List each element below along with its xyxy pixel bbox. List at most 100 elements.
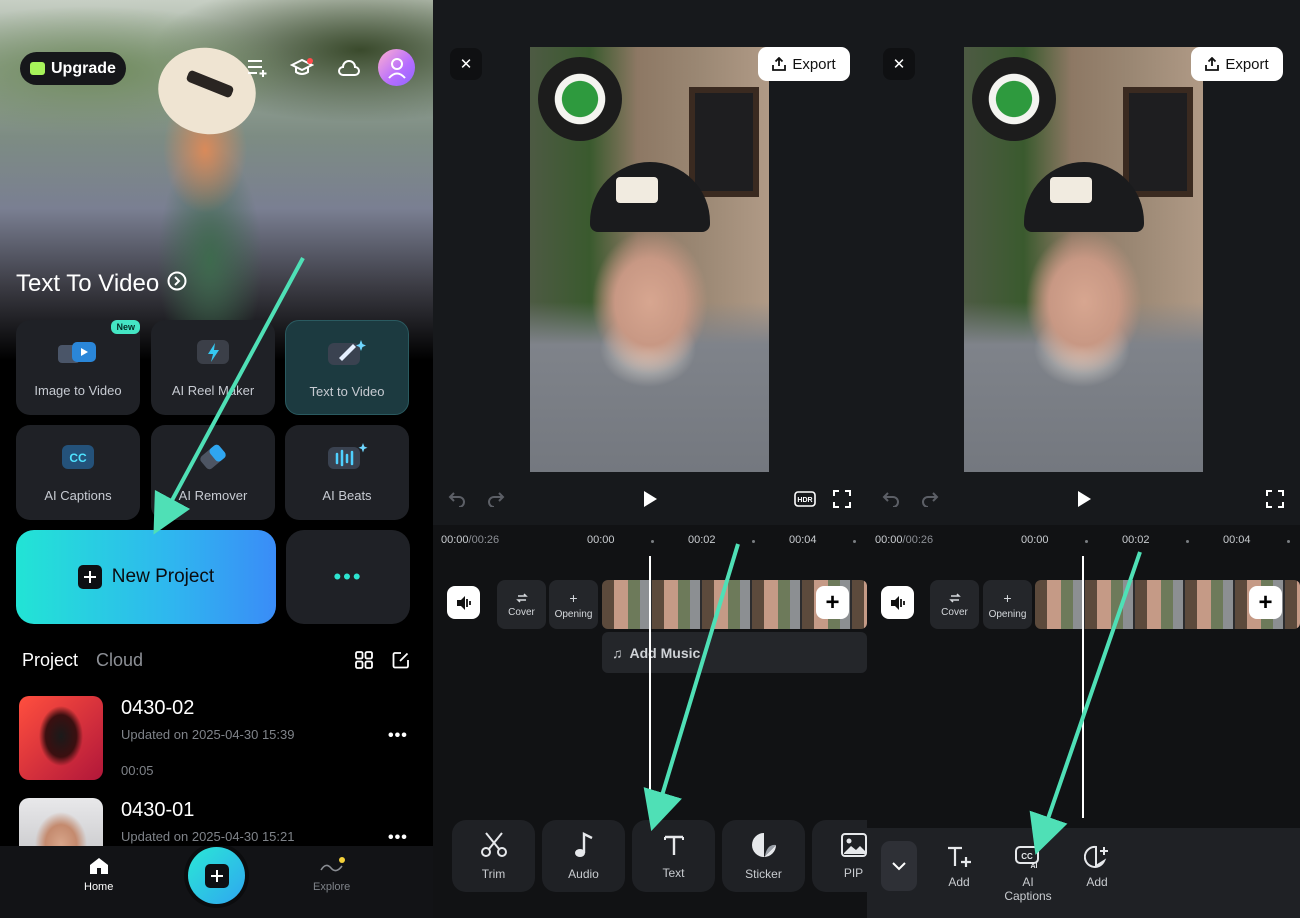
tool-pip[interactable]: PIP: [812, 820, 867, 892]
home-screen: Upgrade Text To Video New Image to Video…: [0, 0, 433, 918]
nav-home-label: Home: [84, 881, 114, 893]
time-readout: 00:00/00:26: [875, 534, 933, 546]
hdr-icon[interactable]: HDR: [794, 488, 816, 510]
project-tabs: Project Cloud: [22, 650, 143, 671]
project-more-icon[interactable]: •••: [388, 727, 408, 745]
video-preview[interactable]: [530, 47, 769, 472]
ruler-tick-label: 00:00: [1021, 534, 1049, 546]
cover-label: Cover: [941, 606, 968, 618]
tile-ai-captions[interactable]: CC AI Captions: [16, 425, 140, 520]
tool-label: Add: [1086, 875, 1108, 889]
new-project-button[interactable]: New Project: [16, 530, 276, 624]
tool-ai-captions[interactable]: CC AI AI Captions: [1002, 845, 1054, 903]
tile-text-to-video[interactable]: Text to Video: [285, 320, 409, 415]
add-clip-button[interactable]: +: [816, 586, 849, 619]
project-updated: Updated on 2025-04-30 15:39: [121, 727, 295, 742]
mute-clip-button[interactable]: [881, 586, 914, 619]
tile-label: AI Reel Maker: [171, 383, 255, 398]
tool-audio[interactable]: Audio: [542, 820, 625, 892]
tool-text[interactable]: Text: [632, 820, 715, 892]
play-icon[interactable]: [639, 488, 661, 510]
ai-reel-maker-icon: [191, 335, 235, 369]
close-icon: ✕: [892, 56, 906, 73]
edit-icon[interactable]: [392, 651, 410, 674]
nav-explore[interactable]: Explore: [313, 856, 350, 893]
project-duration: 00:05: [121, 763, 154, 778]
tool-label: AI Captions: [1004, 875, 1052, 903]
upload-icon: [1205, 57, 1220, 71]
tool-add-sticker[interactable]: Add: [1084, 845, 1110, 889]
tile-label: AI Beats: [322, 488, 372, 503]
tool-label: Text: [662, 865, 685, 880]
swap-icon: [948, 592, 961, 603]
video-preview[interactable]: [964, 47, 1203, 472]
new-badge: New: [111, 320, 140, 334]
tab-project[interactable]: Project: [22, 650, 78, 671]
fullscreen-icon[interactable]: [831, 488, 853, 510]
cloud-icon[interactable]: [336, 55, 362, 81]
export-button[interactable]: Export: [1191, 47, 1283, 81]
project-more-icon[interactable]: •••: [388, 829, 408, 847]
cover-button[interactable]: Cover: [930, 580, 979, 629]
plus-square-icon: [77, 565, 102, 589]
tool-sticker[interactable]: Sticker: [722, 820, 805, 892]
project-name: 0430-02: [121, 697, 195, 719]
tile-ai-reel-maker[interactable]: AI Reel Maker: [151, 320, 275, 415]
more-tools-button[interactable]: •••: [286, 530, 410, 624]
upgrade-label: Upgrade: [51, 59, 116, 77]
playhead[interactable]: [1082, 556, 1084, 818]
opening-button[interactable]: + Opening: [549, 580, 598, 629]
close-button[interactable]: ✕: [450, 48, 482, 80]
mute-clip-button[interactable]: [447, 586, 480, 619]
collapse-menu-button[interactable]: [881, 841, 917, 891]
create-fab-button[interactable]: [188, 847, 245, 904]
hero-title-link[interactable]: Text To Video: [16, 270, 187, 298]
tile-image-to-video[interactable]: New Image to Video: [16, 320, 140, 415]
add-clip-button[interactable]: +: [1249, 586, 1282, 619]
editor-screen: ✕ Export HDR 00:00/00:26 00:00 00:02 00:…: [433, 0, 867, 918]
play-icon[interactable]: [1073, 488, 1095, 510]
close-icon: ✕: [459, 56, 473, 73]
swap-icon: [515, 592, 528, 603]
arrow-circle-icon: [167, 270, 187, 298]
podcast-logo-image: [972, 57, 1056, 141]
playhead[interactable]: [649, 556, 651, 818]
tile-ai-remover[interactable]: AI Remover: [151, 425, 275, 520]
text-t-icon: [663, 835, 684, 855]
opening-button[interactable]: + Opening: [983, 580, 1032, 629]
time-readout: 00:00/00:26: [441, 534, 499, 546]
tile-ai-beats[interactable]: AI Beats: [285, 425, 409, 520]
svg-text:AI: AI: [1031, 863, 1038, 869]
undo-icon[interactable]: [879, 488, 901, 510]
undo-icon[interactable]: [445, 488, 467, 510]
export-button[interactable]: Export: [758, 47, 850, 81]
redo-icon[interactable]: [486, 488, 508, 510]
task-list-icon[interactable]: [244, 55, 270, 81]
profile-avatar[interactable]: [378, 49, 415, 86]
nav-home[interactable]: Home: [84, 856, 113, 893]
graduation-cap-icon[interactable]: [289, 55, 315, 81]
cover-button[interactable]: Cover: [497, 580, 546, 629]
tool-add-text[interactable]: Add: [946, 845, 972, 889]
time-current: 00:00: [441, 534, 469, 546]
explore-icon: [319, 857, 345, 872]
add-music-track[interactable]: ♫ Add Music: [602, 632, 867, 673]
tool-label: Sticker: [745, 866, 782, 881]
pip-image-icon: [840, 832, 867, 857]
redo-icon[interactable]: [920, 488, 942, 510]
project-updated: Updated on 2025-04-30 15:21: [121, 829, 295, 844]
close-button[interactable]: ✕: [883, 48, 915, 80]
cap-patch-shape: [616, 177, 658, 203]
upgrade-button[interactable]: Upgrade: [20, 52, 126, 85]
ruler-tick-label: 00:04: [1223, 534, 1251, 546]
grid-view-icon[interactable]: [355, 651, 373, 674]
ruler-dot: [1085, 540, 1088, 543]
fullscreen-icon[interactable]: [1264, 488, 1286, 510]
tab-cloud[interactable]: Cloud: [96, 650, 143, 671]
podcast-logo-image: [538, 57, 622, 141]
tool-label: Audio: [568, 866, 599, 881]
cap-patch-shape: [1050, 177, 1092, 203]
project-name: 0430-01: [121, 799, 195, 821]
tool-trim[interactable]: Trim: [452, 820, 535, 892]
ruler-dot: [853, 540, 856, 543]
